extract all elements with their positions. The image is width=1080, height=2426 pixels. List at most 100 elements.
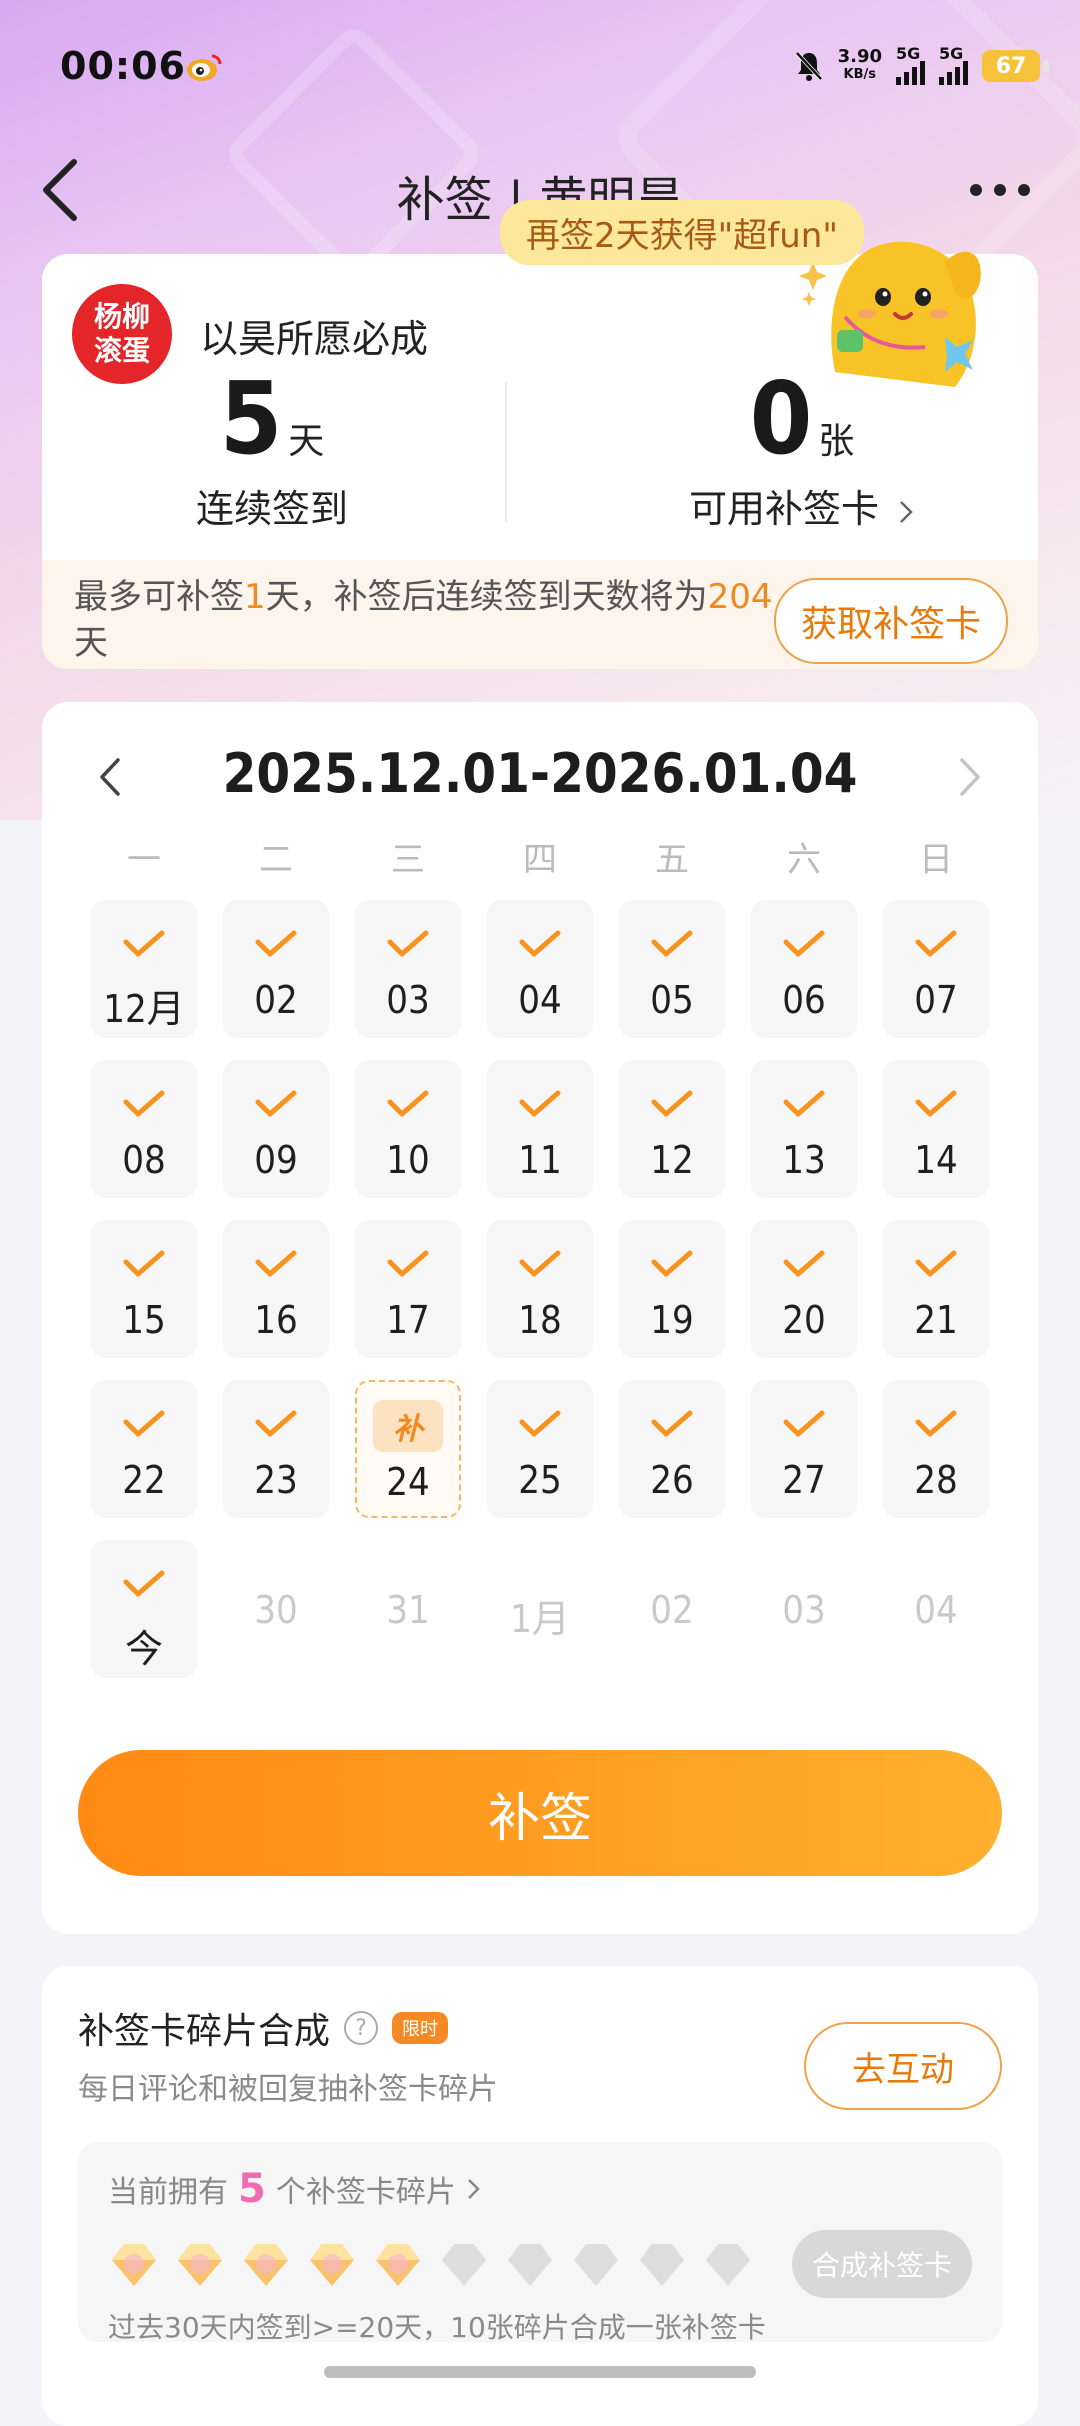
check-icon xyxy=(519,1090,561,1117)
next-range-button[interactable] xyxy=(948,752,988,802)
day-number: 03 xyxy=(782,1588,826,1632)
info-text: 天，补签后连续签到天数将为 xyxy=(265,577,708,617)
chevron-right-icon xyxy=(960,758,980,796)
calendar-day[interactable]: 03 xyxy=(355,900,461,1038)
promo-bubble[interactable]: 再签2天获得"超fun" xyxy=(500,200,864,265)
fragment-shape xyxy=(574,2244,618,2286)
home-indicator[interactable] xyxy=(324,2366,756,2378)
calendar-day[interactable]: 25 xyxy=(487,1380,593,1518)
check-icon xyxy=(915,1410,957,1437)
calendar-day: 03 xyxy=(751,1540,857,1678)
calendar-day[interactable]: 16 xyxy=(223,1220,329,1358)
day-mark: 补 xyxy=(373,1398,443,1454)
calendar-day[interactable]: 07 xyxy=(883,900,989,1038)
interact-button[interactable]: 去互动 xyxy=(804,2022,1002,2110)
calendar-day[interactable]: 22 xyxy=(91,1380,197,1518)
calendar-day[interactable]: 12月 xyxy=(91,900,197,1038)
day-number: 09 xyxy=(254,1138,298,1182)
fragment-shape xyxy=(640,2244,684,2286)
calendar-day[interactable]: 05 xyxy=(619,900,725,1038)
limited-badge: 限时 xyxy=(392,2012,449,2044)
makeup-info-bar: 最多可补签1天，补签后连续签到天数将为204 天 获取补签卡 xyxy=(42,560,1038,669)
day-mark xyxy=(914,1396,958,1452)
chevron-right-icon xyxy=(467,2179,480,2199)
calendar-day[interactable]: 今 xyxy=(91,1540,197,1678)
fragment-rule: 过去30天内签到>=20天，10张碎片合成一张补签卡 xyxy=(108,2311,766,2344)
day-number: 18 xyxy=(518,1298,562,1342)
battery-level: 67 xyxy=(995,53,1027,79)
day-number: 02 xyxy=(254,978,298,1022)
weekday-label: 五 xyxy=(655,840,689,880)
status-time: 00:06 xyxy=(60,44,186,88)
fragment-shape xyxy=(178,2244,222,2286)
calendar-day[interactable]: 12 xyxy=(619,1060,725,1198)
fragment-shape xyxy=(112,2244,156,2286)
cards-label[interactable]: 可用补签卡 xyxy=(572,478,1032,533)
fragment-empty-icon xyxy=(504,2238,556,2290)
day-number: 04 xyxy=(914,1588,958,1632)
help-icon[interactable]: ? xyxy=(344,2011,379,2045)
calendar-day[interactable]: 19 xyxy=(619,1220,725,1358)
count-prefix: 当前拥有 xyxy=(108,2175,228,2210)
day-mark xyxy=(254,1396,298,1452)
calendar-day[interactable]: 20 xyxy=(751,1220,857,1358)
calendar-day[interactable]: 14 xyxy=(883,1060,989,1198)
calendar-day[interactable]: 08 xyxy=(91,1060,197,1198)
weekday-label: 四 xyxy=(523,840,557,880)
fragment-filled-icon xyxy=(108,2238,160,2290)
fragment-count-link[interactable]: 当前拥有 5 个补签卡碎片 xyxy=(108,2166,482,2212)
makeup-days: 1 xyxy=(244,577,266,617)
resign-button[interactable]: 补签 xyxy=(78,1750,1002,1876)
calendar-day[interactable]: 11 xyxy=(487,1060,593,1198)
speed-unit: KB/s xyxy=(843,67,877,82)
day-number: 31 xyxy=(386,1588,430,1632)
check-icon xyxy=(651,1090,693,1117)
signal-sim2: 5G xyxy=(939,44,968,85)
calendar-day[interactable]: 23 xyxy=(223,1380,329,1518)
calendar-card: 2025.12.01-2026.01.04 一 二 三 四 五 六 日 12月 0… xyxy=(42,702,1038,1934)
check-icon xyxy=(255,1410,297,1437)
fragment-shape xyxy=(706,2244,750,2286)
more-button[interactable] xyxy=(960,170,1040,210)
calendar-day[interactable]: 补 24 xyxy=(355,1380,461,1518)
calendar-day[interactable]: 18 xyxy=(487,1220,593,1358)
calendar-day[interactable]: 09 xyxy=(223,1060,329,1198)
calendar-day[interactable]: 10 xyxy=(355,1060,461,1198)
calendar-day[interactable]: 27 xyxy=(751,1380,857,1518)
weekday-header: 一 二 三 四 五 六 日 xyxy=(78,832,1002,881)
network-type: 5G xyxy=(939,44,964,63)
chevron-right-icon xyxy=(900,500,913,523)
fragment-title-row: 补签卡碎片合成 ? 限时 xyxy=(78,2002,449,2054)
check-icon xyxy=(255,1250,297,1277)
calendar-day[interactable]: 02 xyxy=(223,900,329,1038)
fragment-filled-icon xyxy=(240,2238,292,2290)
day-number: 17 xyxy=(386,1298,430,1342)
check-icon xyxy=(783,930,825,957)
calendar-day[interactable]: 26 xyxy=(619,1380,725,1518)
avatar-text: 滚蛋 xyxy=(93,334,150,367)
signal-bars-icon xyxy=(939,61,968,85)
day-mark xyxy=(254,916,298,972)
calendar-day[interactable]: 21 xyxy=(883,1220,989,1358)
check-icon xyxy=(387,1250,429,1277)
calendar-day[interactable]: 15 xyxy=(91,1220,197,1358)
day-mark xyxy=(254,1236,298,1292)
calendar-day[interactable]: 28 xyxy=(883,1380,989,1518)
calendar-day: 30 xyxy=(223,1540,329,1678)
check-icon xyxy=(915,1250,957,1277)
get-card-button[interactable]: 获取补签卡 xyxy=(774,578,1008,664)
signal-bars-icon xyxy=(896,61,925,85)
day-number: 07 xyxy=(914,978,958,1022)
compose-card-button[interactable]: 合成补签卡 xyxy=(792,2230,972,2298)
calendar-day[interactable]: 04 xyxy=(487,900,593,1038)
day-mark xyxy=(518,1236,562,1292)
fragment-description: 每日评论和被回复抽补签卡碎片 xyxy=(78,2072,498,2107)
calendar-day[interactable]: 06 xyxy=(751,900,857,1038)
check-icon xyxy=(255,930,297,957)
makeup-info-text: 最多可补签1天，补签后连续签到天数将为204 天 xyxy=(74,574,794,666)
calendar-day[interactable]: 17 xyxy=(355,1220,461,1358)
day-number: 21 xyxy=(914,1298,958,1342)
calendar-day[interactable]: 13 xyxy=(751,1060,857,1198)
dot xyxy=(1018,184,1030,196)
day-number: 19 xyxy=(650,1298,694,1342)
